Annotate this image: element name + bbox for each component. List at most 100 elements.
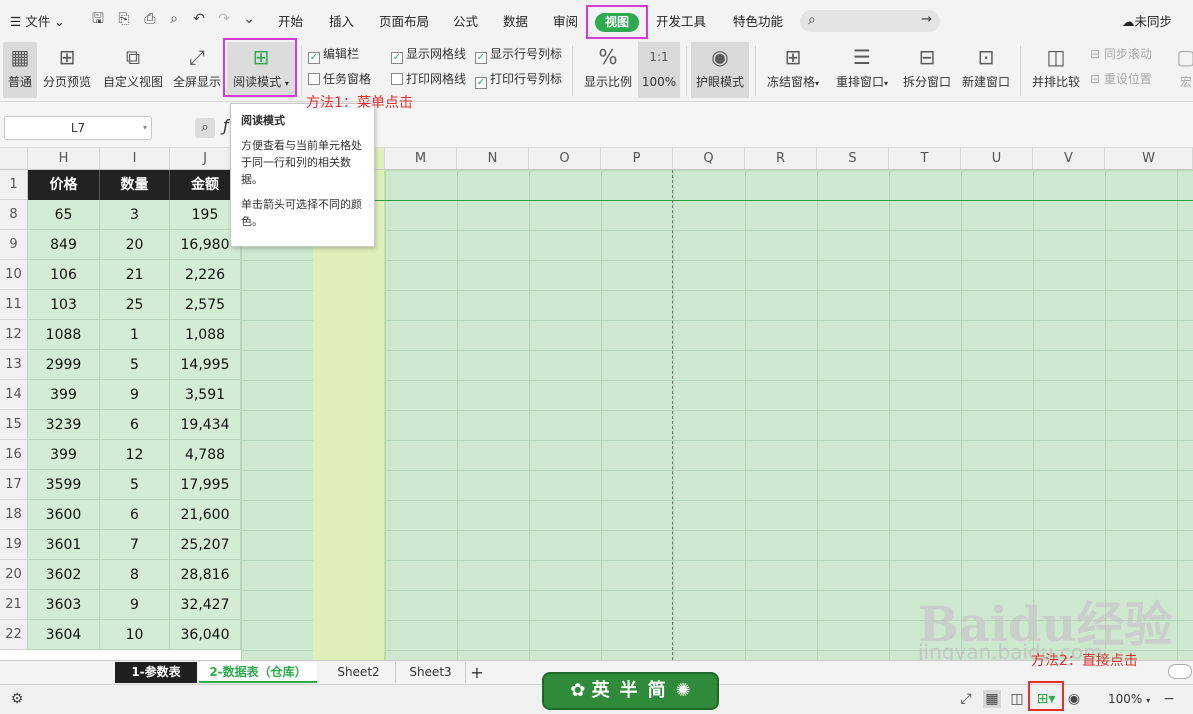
horizontal-scrollbar[interactable] <box>1168 664 1192 679</box>
formula-bar-checkbox[interactable]: ✓ 编辑栏 <box>308 46 359 64</box>
tab-view[interactable]: 视图 <box>595 13 639 32</box>
table-cell-qty[interactable]: 9 <box>100 380 170 410</box>
zoom-out-icon[interactable]: − <box>1160 690 1178 708</box>
name-box[interactable]: L7 ▾ <box>4 116 152 140</box>
table-cell-qty[interactable]: 6 <box>100 410 170 440</box>
table-cell-price[interactable]: 849 <box>28 230 100 260</box>
table-cell-qty[interactable]: 21 <box>100 260 170 290</box>
table-cell-price[interactable]: 3600 <box>28 500 100 530</box>
eye-protection-button[interactable]: ◉ 护眼模式 <box>691 42 749 98</box>
column-header[interactable]: V <box>1033 148 1105 170</box>
table-cell-price[interactable]: 106 <box>28 260 100 290</box>
new-window-button[interactable]: ⊡ 新建窗口 <box>960 42 1012 98</box>
column-header[interactable]: S <box>817 148 889 170</box>
macro-button[interactable]: ▢ 宏 <box>1176 42 1193 98</box>
custom-view-button[interactable]: ⧉ 自定义视图 <box>102 42 164 98</box>
table-cell-price[interactable]: 1088 <box>28 320 100 350</box>
print-icon[interactable]: ⎙ <box>142 11 158 27</box>
fullscreen-button[interactable]: ⤢ 全屏显示 <box>172 42 222 98</box>
sync-scroll-button[interactable]: ⊟ 同步滚动 <box>1090 46 1152 62</box>
split-window-button[interactable]: ⊟ 拆分窗口 <box>901 42 953 98</box>
row-header[interactable]: 20 <box>0 560 28 590</box>
freeze-panes-button[interactable]: ⊞ 冻结窗格▾ <box>763 42 823 98</box>
table-cell-qty[interactable]: 7 <box>100 530 170 560</box>
row-header[interactable]: 21 <box>0 590 28 620</box>
column-header[interactable]: I <box>100 148 170 170</box>
table-cell-qty[interactable]: 8 <box>100 560 170 590</box>
tab-data[interactable]: 数据 <box>503 11 528 30</box>
table-cell-amount[interactable]: 19,434 <box>170 410 241 440</box>
table-cell-amount[interactable]: 2,575 <box>170 290 241 320</box>
table-cell-price[interactable]: 3599 <box>28 470 100 500</box>
table-cell-amount[interactable]: 28,816 <box>170 560 241 590</box>
normal-view-icon[interactable]: ▦ <box>983 690 1001 708</box>
sheet-tab-sheet2[interactable]: Sheet2 <box>322 662 396 683</box>
row-header[interactable]: 8 <box>0 200 28 230</box>
reset-position-button[interactable]: ⊟ 重设位置 <box>1090 71 1152 87</box>
table-cell-qty[interactable]: 3 <box>100 200 170 230</box>
redo-icon[interactable]: ↷ <box>216 11 232 27</box>
table-cell-price[interactable]: 103 <box>28 290 100 320</box>
eye-icon[interactable]: ◉ <box>1065 690 1083 708</box>
tab-formula[interactable]: 公式 <box>453 11 478 30</box>
table-cell-qty[interactable]: 1 <box>100 320 170 350</box>
table-cell-qty[interactable]: 5 <box>100 350 170 380</box>
function-icon[interactable]: ƒ <box>223 116 229 135</box>
row-header[interactable]: 10 <box>0 260 28 290</box>
table-cell-price[interactable]: 3603 <box>28 590 100 620</box>
table-cell-qty[interactable]: 5 <box>100 470 170 500</box>
table-cell-qty[interactable]: 6 <box>100 500 170 530</box>
table-cell-qty[interactable]: 25 <box>100 290 170 320</box>
task-pane-checkbox[interactable]: 任务窗格 <box>308 71 371 87</box>
table-cell-amount[interactable]: 1,088 <box>170 320 241 350</box>
save-icon[interactable]: 🖫 <box>90 11 106 27</box>
table-cell-amount[interactable]: 4,788 <box>170 440 241 470</box>
sync-status[interactable]: ☁未同步 <box>1122 11 1172 30</box>
format-painter-icon[interactable]: ⎘ <box>116 11 132 27</box>
zoom-100-button[interactable]: 1:1 100% <box>638 42 680 98</box>
sheet-tab-params[interactable]: 1-参数表 <box>115 662 197 683</box>
row-header[interactable]: 15 <box>0 410 28 440</box>
undo-icon[interactable]: ↶ <box>191 11 207 27</box>
tab-page-layout[interactable]: 页面布局 <box>379 11 429 30</box>
show-headers-checkbox[interactable]: ✓ 显示行号列标 <box>475 46 562 64</box>
arrange-windows-button[interactable]: ☰ 重排窗口▾ <box>832 42 892 98</box>
fullscreen-toggle-icon[interactable]: ⤢ <box>957 690 975 708</box>
row-header[interactable]: 17 <box>0 470 28 500</box>
zoom-level[interactable]: 100% ▾ <box>1108 692 1150 706</box>
column-header[interactable]: U <box>961 148 1033 170</box>
tab-developer[interactable]: 开发工具 <box>656 11 706 30</box>
table-cell-price[interactable]: 3604 <box>28 620 100 650</box>
spreadsheet-grid[interactable]: H I J K L M N O P Q R S T U V W 1 价格 数量 … <box>0 148 1193 660</box>
row-header[interactable]: 16 <box>0 440 28 470</box>
column-header[interactable]: T <box>889 148 961 170</box>
sheet-tab-data[interactable]: 2-数据表（仓库） <box>199 662 317 683</box>
column-header[interactable]: M <box>385 148 457 170</box>
side-by-side-button[interactable]: ◫ 并排比较 <box>1030 42 1082 98</box>
table-cell-amount[interactable]: 2,226 <box>170 260 241 290</box>
table-cell-amount[interactable]: 21,600 <box>170 500 241 530</box>
tab-home[interactable]: 开始 <box>278 11 303 30</box>
table-cell-price[interactable]: 3601 <box>28 530 100 560</box>
row-header[interactable]: 12 <box>0 320 28 350</box>
table-cell-price[interactable]: 65 <box>28 200 100 230</box>
print-preview-icon[interactable]: ⌕ <box>166 11 182 27</box>
column-header[interactable]: H <box>28 148 100 170</box>
zoom-formula-icon[interactable]: ⌕ <box>195 118 215 138</box>
row-header[interactable]: 22 <box>0 620 28 650</box>
normal-view-button[interactable]: ▦ 普通 <box>3 42 37 98</box>
header-cell-price[interactable]: 价格 <box>28 170 100 200</box>
print-headers-checkbox[interactable]: ✓ 打印行号列标 <box>475 71 562 89</box>
macro-record-icon[interactable]: ⚙ <box>8 690 26 708</box>
column-header[interactable]: O <box>529 148 601 170</box>
table-cell-qty[interactable]: 12 <box>100 440 170 470</box>
table-cell-price[interactable]: 2999 <box>28 350 100 380</box>
table-cell-price[interactable]: 3602 <box>28 560 100 590</box>
tab-review[interactable]: 审阅 <box>553 11 578 30</box>
table-cell-price[interactable]: 3239 <box>28 410 100 440</box>
page-break-preview-button[interactable]: ⊞ 分页预览 <box>42 42 92 98</box>
table-cell-qty[interactable]: 10 <box>100 620 170 650</box>
ime-toolbar[interactable]: ✿ 英半简✺ <box>542 672 719 710</box>
table-cell-amount[interactable]: 17,995 <box>170 470 241 500</box>
show-gridlines-checkbox[interactable]: ✓ 显示网格线 <box>391 46 466 64</box>
